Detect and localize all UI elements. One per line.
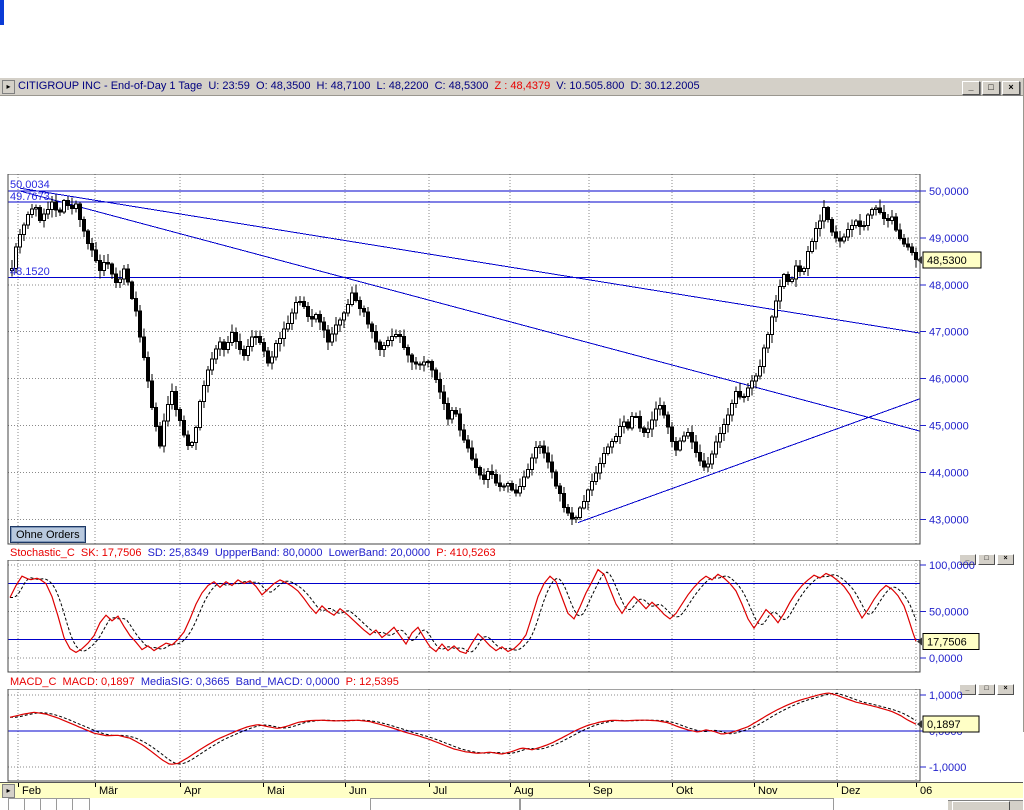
month-label: Aug — [514, 785, 534, 797]
month-label: Jul — [433, 785, 447, 797]
month-tick — [180, 783, 181, 787]
svg-text:50,0000: 50,0000 — [929, 607, 969, 619]
window-titlebar[interactable]: ▸ CITIGROUP INC - End-of-Day 1 Tage U: 2… — [0, 78, 1023, 96]
svg-text:43,0000: 43,0000 — [929, 514, 969, 526]
svg-text:45,0000: 45,0000 — [929, 421, 969, 433]
month-label: Jun — [349, 785, 367, 797]
month-tick — [672, 783, 673, 787]
month-label: Nov — [758, 785, 778, 797]
maximize-button[interactable]: □ — [982, 81, 1000, 95]
svg-text:50,0000: 50,0000 — [929, 186, 969, 198]
horizontal-scrollbar[interactable] — [948, 800, 1023, 810]
minimize-button[interactable]: _ — [962, 81, 980, 95]
month-tick — [95, 783, 96, 787]
month-tick — [589, 783, 590, 787]
svg-text:50.0034: 50.0034 — [10, 179, 50, 191]
price-axis: 50,0000 49,0000 48,0000 47,0000 46,0000 45,00… — [917, 186, 981, 526]
month-label: Mär — [99, 785, 118, 797]
svg-text:49,0000: 49,0000 — [929, 233, 969, 245]
header-text-segment: Stochastic_C SK: 17,7506 — [10, 547, 148, 559]
month-tick — [754, 783, 755, 787]
macd-header: MACD_C MACD: 0,1897 MediaSIG: 0,3665 Ban… — [0, 675, 960, 689]
bottom-panel-edge — [0, 798, 1023, 810]
month-label: Okt — [676, 785, 693, 797]
svg-text:0,1897: 0,1897 — [927, 719, 961, 731]
window-corner-accent — [0, 0, 4, 25]
header-text-segment: CITIGROUP INC - End-of-Day 1 Tage U: 23:… — [18, 80, 495, 92]
svg-text:48.1520: 48.1520 — [10, 266, 50, 278]
month-tick — [916, 783, 917, 787]
month-label: Sep — [593, 785, 613, 797]
scrollbar-thumb[interactable] — [952, 801, 1010, 810]
svg-text:17,7506: 17,7506 — [927, 636, 967, 648]
month-label: Dez — [841, 785, 861, 797]
window-marker-icon[interactable]: ▸ — [2, 80, 15, 94]
macd-chart-canvas[interactable]: 1,00000,0000-1,00000,1897 — [0, 689, 1024, 782]
indicator-line — [10, 693, 916, 764]
gridlines-layer — [8, 174, 920, 544]
window-controls: _□× — [960, 79, 1020, 96]
window-title: CITIGROUP INC - End-of-Day 1 Tage U: 23:… — [18, 78, 700, 95]
svg-text:44,0000: 44,0000 — [929, 467, 969, 479]
month-label: Feb — [22, 785, 41, 797]
svg-text:47,0000: 47,0000 — [929, 327, 969, 339]
close-button[interactable]: × — [1002, 81, 1020, 95]
header-text-segment: P: 12,5395 — [346, 676, 399, 688]
header-text-segment: MediaSIG: 0,3665 Band_MACD: 0,0000 — [141, 676, 346, 688]
month-tick — [837, 783, 838, 787]
screenshot-root: { "window": { "corner_accent_color": "#0… — [0, 0, 1024, 768]
month-tick — [510, 783, 511, 787]
header-text-segment: SD: 25,8349 UppperBand: 80,0000 LowerBan… — [148, 547, 437, 559]
header-text-segment: Z : 48,4379 — [495, 80, 557, 92]
month-tick — [18, 783, 19, 787]
svg-text:48,5300: 48,5300 — [927, 255, 967, 267]
month-tick — [345, 783, 346, 787]
candles-layer — [11, 194, 918, 525]
header-text-segment: P: 410,5263 — [436, 547, 495, 559]
svg-text:1,0000: 1,0000 — [929, 690, 963, 702]
gridlines-layer — [8, 689, 920, 781]
svg-text:48,0000: 48,0000 — [929, 280, 969, 292]
gridlines-layer — [8, 560, 920, 672]
time-axis: ▸ Feb Mär Apr Mai Jun Jul Aug Sep Okt Nov Dez 06 — [0, 782, 1023, 799]
svg-text:100,0000: 100,0000 — [929, 560, 975, 572]
header-text-segment: V: 10.505.800 D: 30.12.2005 — [556, 80, 699, 92]
panel-edge-cell — [370, 798, 520, 810]
signal-line — [10, 693, 916, 764]
panel-edge-cell — [72, 798, 90, 810]
month-tick — [263, 783, 264, 787]
month-tick — [429, 783, 430, 787]
svg-text:46,0000: 46,0000 — [929, 374, 969, 386]
month-label: Apr — [184, 785, 201, 797]
header-text-segment: MACD_C MACD: 0,1897 — [10, 676, 141, 688]
indicator-axis: 100,0000 50,0000 0,0000 17,7506 — [917, 560, 979, 665]
panel-edge-cell — [520, 798, 834, 810]
price-chart-canvas[interactable]: 50.003449.7673 48.1520 50,0000 49,0000 48,00… — [0, 174, 1024, 545]
axis-marker-icon[interactable]: ▸ — [2, 784, 15, 798]
svg-text:-1,0000: -1,0000 — [929, 762, 966, 774]
stochastic-chart-canvas[interactable]: 100,0000 50,0000 0,0000 17,7506 — [0, 560, 1024, 673]
svg-text:0,0000: 0,0000 — [929, 653, 963, 665]
month-label: Mai — [267, 785, 285, 797]
indicator-axis: 1,00000,0000-1,00000,1897 — [917, 690, 979, 774]
svg-text:49.7673: 49.7673 — [10, 191, 50, 203]
ohne-orders-button[interactable]: Ohne Orders — [10, 526, 86, 543]
stochastic-header: Stochastic_C SK: 17,7506 SD: 25,8349 Upp… — [0, 546, 960, 560]
chart-application-window: ▸ CITIGROUP INC - End-of-Day 1 Tage U: 2… — [0, 78, 1024, 732]
indicator-line — [10, 570, 916, 654]
month-label: 06 — [920, 785, 932, 797]
